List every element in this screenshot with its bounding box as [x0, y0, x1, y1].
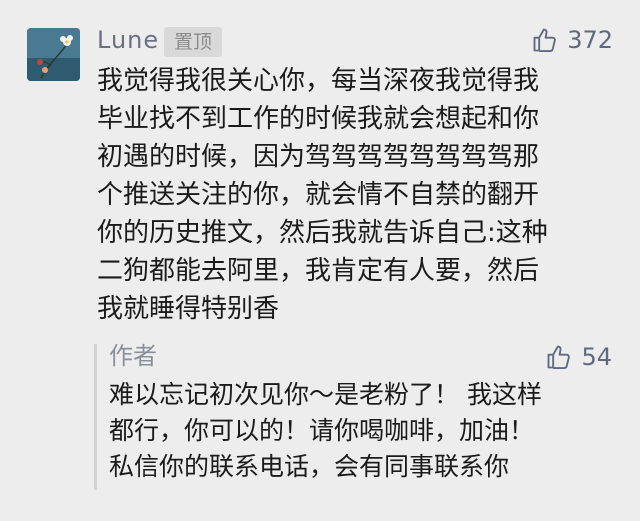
reply-body: 难以忘记初次见你～是老粉了！ 我这样 都行，你可以的！请你喝咖啡，加油！ 私信你… [109, 377, 614, 485]
comment-line: 毕业找不到工作的时候我就会想起和你 [97, 104, 540, 134]
comment-line: 我就睡得特别香 [97, 294, 280, 324]
thumbs-up-icon [531, 26, 559, 54]
reply-author-label: 作者 [109, 342, 157, 370]
reply-like-count: 54 [581, 343, 612, 371]
reply-line: 都行，你可以的！请你喝咖啡，加油！ [109, 416, 535, 445]
pinned-badge: 置顶 [164, 27, 223, 57]
reply-line: 难以忘记初次见你～是老粉了！ 我这样 [109, 380, 542, 409]
comment-line: 二狗都能去阿里，我肯定有人要，然后 [97, 256, 540, 286]
reply-divider [94, 344, 97, 490]
flower-avatar-icon [27, 28, 80, 81]
comment-like-count: 372 [567, 26, 613, 54]
comment-line: 个推送关注的你，就会情不自禁的翻开 [97, 180, 540, 210]
comment-body: 我觉得我很关心你，每当深夜我觉得我 毕业找不到工作的时候我就会想起和你 初遇的时… [97, 62, 607, 328]
reply-line: 私信你的联系电话，会有同事联系你 [109, 452, 510, 481]
comment-line: 初遇的时候，因为驾驾驾驾驾驾驾驾那 [97, 142, 540, 172]
user-avatar[interactable] [27, 28, 80, 81]
thumbs-up-icon [545, 343, 573, 371]
comment-username[interactable]: Lune [97, 25, 159, 55]
reply-like-button[interactable]: 54 [545, 343, 612, 371]
comment-like-button[interactable]: 372 [531, 26, 613, 54]
comment-line: 你的历史推文，然后我就告诉自己:这种 [97, 218, 548, 248]
comment-line: 我觉得我很关心你，每当深夜我觉得我 [97, 66, 540, 96]
